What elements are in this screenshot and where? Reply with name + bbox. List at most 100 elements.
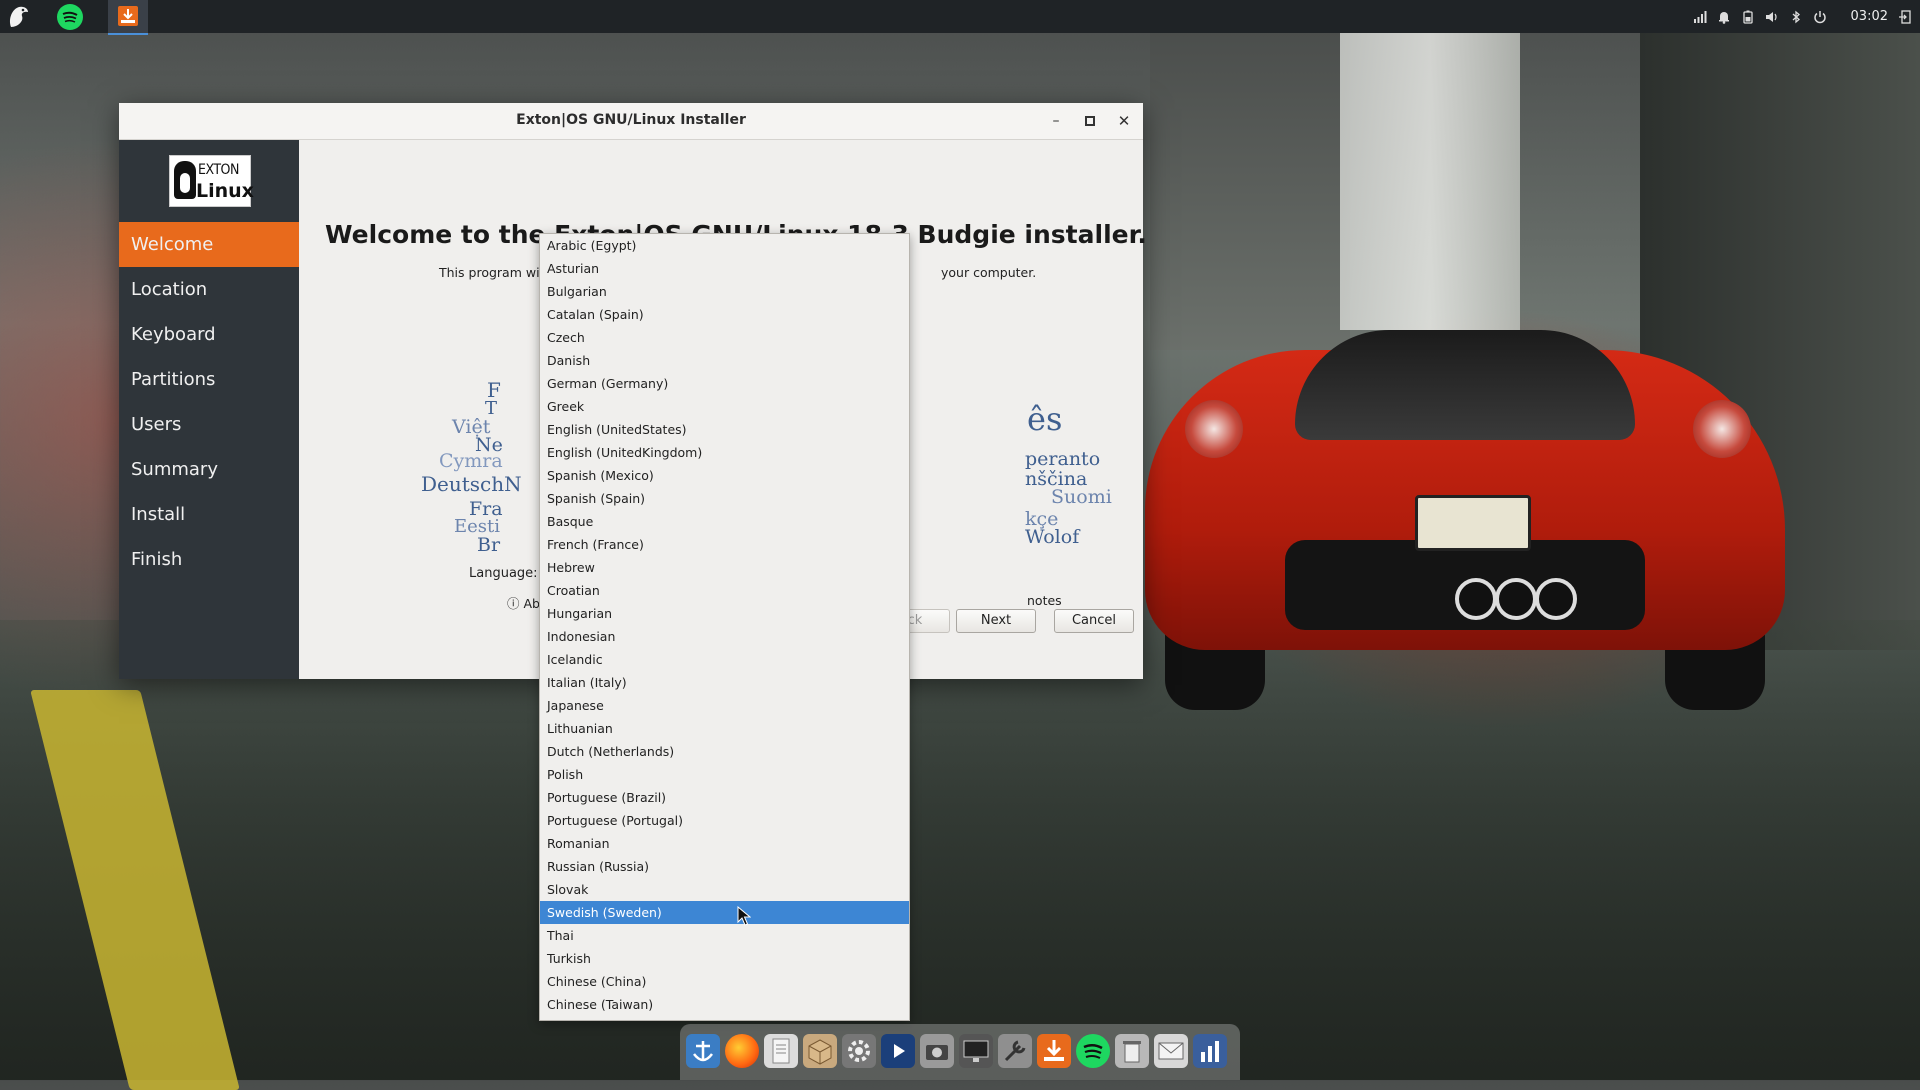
close-button[interactable]: ✕ [1113, 110, 1135, 132]
logo-line1: EXTON [198, 162, 239, 178]
language-option[interactable]: Hungarian [540, 602, 909, 625]
sidebar: EXTON Linux Welcome Location Keyboard Pa… [119, 140, 299, 679]
settings-icon[interactable] [842, 1034, 876, 1068]
language-option[interactable]: Chinese (China) [540, 970, 909, 993]
bluetooth-icon[interactable] [1789, 10, 1803, 24]
language-option[interactable]: Indonesian [540, 625, 909, 648]
language-option-selected[interactable]: Swedish (Sweden) [540, 901, 909, 924]
battery-icon[interactable] [1741, 10, 1755, 24]
language-option[interactable]: Chinese (Taiwan) [540, 993, 909, 1016]
language-option[interactable]: Asturian [540, 257, 909, 280]
sidebar-item-location: Location [131, 279, 208, 300]
language-option[interactable]: Spanish (Mexico) [540, 464, 909, 487]
firefox-icon[interactable] [725, 1034, 759, 1068]
installer-icon[interactable] [1037, 1034, 1071, 1068]
power-icon[interactable] [1813, 10, 1827, 24]
top-panel: 03:02 [0, 0, 1920, 35]
spotify-icon[interactable] [57, 4, 83, 30]
trash-icon[interactable] [1115, 1034, 1149, 1068]
language-option[interactable]: Icelandic [540, 648, 909, 671]
car-light-left [1185, 400, 1243, 458]
language-option[interactable]: Arabic (Egypt) [540, 234, 909, 257]
bell-icon[interactable] [1717, 10, 1731, 24]
files-icon[interactable] [764, 1034, 798, 1068]
system-monitor-icon[interactable] [1193, 1034, 1227, 1068]
dock [680, 1024, 1240, 1080]
language-option[interactable]: Romanian [540, 832, 909, 855]
language-option[interactable]: Slovak [540, 878, 909, 901]
cloud-word: Br [477, 534, 501, 556]
about-link[interactable]: ⓘ Ab [507, 593, 540, 612]
maximize-button[interactable] [1079, 110, 1101, 132]
language-option[interactable]: Italian (Italy) [540, 671, 909, 694]
language-option[interactable]: Greek [540, 395, 909, 418]
mail-icon[interactable] [1154, 1034, 1188, 1068]
car-plate [1415, 495, 1531, 551]
titlebar[interactable]: Exton|OS GNU/Linux Installer – ✕ [119, 103, 1143, 140]
cloud-word: ês [1027, 400, 1063, 438]
tools-icon[interactable] [998, 1034, 1032, 1068]
maximize-icon [1085, 116, 1095, 126]
logout-icon[interactable] [1898, 9, 1912, 24]
monitor-icon[interactable] [959, 1034, 993, 1068]
package-icon[interactable] [803, 1034, 837, 1068]
system-tray: 03:02 [1693, 0, 1912, 33]
language-option[interactable]: Bulgarian [540, 280, 909, 303]
language-option[interactable]: Turkish [540, 947, 909, 970]
sidebar-item-welcome: Welcome [119, 222, 299, 267]
window-title: Exton|OS GNU/Linux Installer [516, 112, 746, 128]
cancel-button[interactable]: Cancel [1054, 609, 1134, 633]
language-option[interactable]: Portuguese (Portugal) [540, 809, 909, 832]
language-option[interactable]: Danish [540, 349, 909, 372]
language-option[interactable]: Dutch (Netherlands) [540, 740, 909, 763]
media-player-icon[interactable] [881, 1034, 915, 1068]
exton-logo: EXTON Linux [169, 155, 254, 207]
car-glass [1295, 330, 1635, 440]
anchor-icon[interactable] [686, 1034, 720, 1068]
cloud-word: Cymra [439, 450, 503, 472]
language-option[interactable]: Catalan (Spain) [540, 303, 909, 326]
sidebar-item-summary: Summary [131, 459, 218, 480]
language-option[interactable]: Hebrew [540, 556, 909, 579]
signal-icon[interactable] [1693, 10, 1707, 24]
language-option[interactable]: Czech [540, 326, 909, 349]
wallpaper-pillar [1340, 30, 1520, 330]
language-option[interactable]: Spanish (Spain) [540, 487, 909, 510]
language-option[interactable]: Lithuanian [540, 717, 909, 740]
volume-icon[interactable] [1765, 10, 1779, 24]
penguin-icon [174, 161, 196, 199]
language-option[interactable]: Portuguese (Brazil) [540, 786, 909, 809]
language-option[interactable]: Japanese [540, 694, 909, 717]
language-option[interactable]: English (UnitedKingdom) [540, 441, 909, 464]
language-dropdown: Arabic (Egypt) Asturian Bulgarian Catala… [539, 233, 910, 1021]
sidebar-nav: Welcome Location Keyboard Partitions Use… [119, 222, 299, 582]
wallpaper-car [1145, 310, 1785, 710]
release-notes-link[interactable]: notes [1027, 593, 1062, 608]
minimize-button[interactable]: – [1045, 110, 1067, 132]
sidebar-item-users: Users [131, 414, 182, 435]
clock[interactable]: 03:02 [1851, 9, 1888, 24]
sidebar-item-install: Install [131, 504, 186, 525]
description-right: your computer. [941, 265, 1037, 280]
sidebar-item-keyboard: Keyboard [131, 324, 216, 345]
budgie-menu-icon[interactable] [6, 3, 32, 29]
language-option[interactable]: Polish [540, 763, 909, 786]
car-exhaust [1495, 578, 1537, 620]
language-option[interactable]: Croatian [540, 579, 909, 602]
logo-line2: Linux [196, 180, 254, 202]
language-option[interactable]: Russian (Russia) [540, 855, 909, 878]
cloud-word: peranto [1025, 448, 1101, 470]
language-option[interactable]: English (UnitedStates) [540, 418, 909, 441]
language-option[interactable]: Basque [540, 510, 909, 533]
language-option[interactable]: German (Germany) [540, 372, 909, 395]
language-option[interactable]: French (France) [540, 533, 909, 556]
spotify-icon[interactable] [1076, 1034, 1110, 1068]
wallpaper-wall [1150, 30, 1350, 350]
language-label: Language: [469, 566, 538, 581]
camera-icon[interactable] [920, 1034, 954, 1068]
sidebar-item-partitions: Partitions [131, 369, 216, 390]
language-option[interactable]: Thai [540, 924, 909, 947]
taskbar-installer-item[interactable] [108, 0, 148, 35]
car-light-right [1693, 400, 1751, 458]
next-button[interactable]: Next [956, 609, 1036, 633]
